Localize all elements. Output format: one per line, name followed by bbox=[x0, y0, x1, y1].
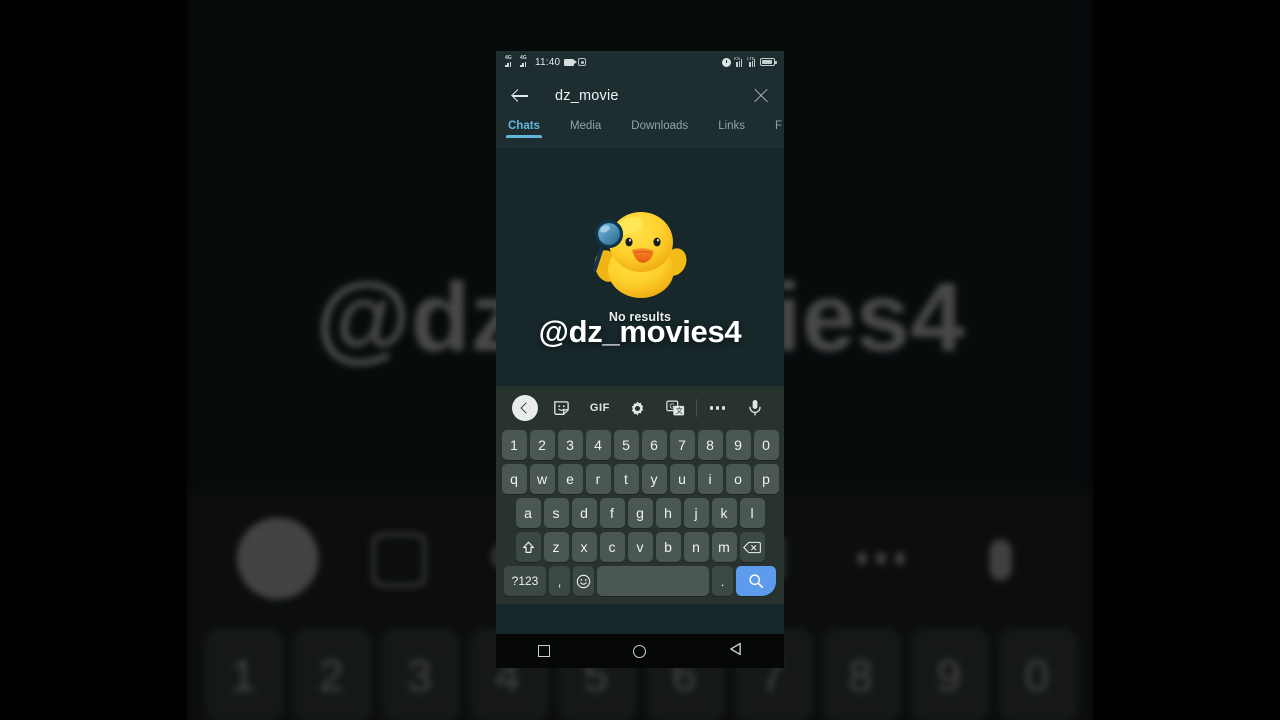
emoji-icon[interactable] bbox=[573, 566, 594, 596]
tab-links-label: Links bbox=[718, 120, 746, 132]
gif-label: GIF bbox=[589, 402, 611, 414]
key-h[interactable]: h bbox=[655, 498, 681, 528]
key-f[interactable]: f bbox=[599, 498, 625, 528]
key-m[interactable]: m bbox=[711, 532, 737, 562]
key-q[interactable]: q bbox=[501, 464, 527, 494]
data-speed-icon: K/s bbox=[734, 56, 744, 67]
screen-record-icon bbox=[578, 58, 587, 66]
microphone-icon[interactable] bbox=[736, 399, 774, 417]
key-o[interactable]: o bbox=[725, 464, 751, 494]
key-n[interactable]: n bbox=[683, 532, 709, 562]
key-i[interactable]: i bbox=[697, 464, 723, 494]
key-v[interactable]: v bbox=[627, 532, 653, 562]
key-e[interactable]: e bbox=[557, 464, 583, 494]
home-circle-icon[interactable] bbox=[632, 644, 646, 658]
status-bar: 4G 4G 11:40 K/s LTE bbox=[496, 51, 784, 73]
more-options-icon[interactable] bbox=[699, 406, 737, 410]
key-p[interactable]: p bbox=[753, 464, 779, 494]
key-g[interactable]: g bbox=[627, 498, 653, 528]
video-record-icon bbox=[564, 58, 578, 66]
keyboard-row-3: z x c v b n m bbox=[496, 532, 784, 562]
period-key[interactable]: . bbox=[712, 566, 733, 596]
active-tab-indicator bbox=[506, 135, 542, 138]
key-6[interactable]: 6 bbox=[641, 430, 667, 460]
recents-square-icon[interactable] bbox=[537, 645, 550, 657]
key-r[interactable]: r bbox=[585, 464, 611, 494]
key-s[interactable]: s bbox=[543, 498, 569, 528]
key-y[interactable]: y bbox=[641, 464, 667, 494]
status-bar-time: 11:40 bbox=[535, 56, 561, 68]
sticker-icon[interactable] bbox=[544, 399, 582, 417]
tab-bar: Chats Media Downloads Links F bbox=[496, 118, 784, 149]
key-1[interactable]: 1 bbox=[501, 430, 527, 460]
android-nav-bar bbox=[496, 634, 784, 668]
toolbar-divider bbox=[695, 399, 697, 417]
battery-icon bbox=[760, 58, 777, 66]
key-4[interactable]: 4 bbox=[585, 430, 611, 460]
key-l[interactable]: l bbox=[739, 498, 765, 528]
keyboard-row-4: ?123 , . bbox=[496, 566, 784, 596]
key-z[interactable]: z bbox=[543, 532, 569, 562]
keyboard-row-2: a s d f g h j k l bbox=[496, 498, 784, 528]
search-header: dz_movie bbox=[496, 73, 784, 118]
search-icon[interactable] bbox=[736, 566, 776, 596]
signal-4g-icon-2: 4G bbox=[520, 56, 531, 67]
key-0[interactable]: 0 bbox=[753, 430, 779, 460]
keyboard-toolbar: GIF G 文 bbox=[496, 386, 784, 430]
back-triangle-icon[interactable] bbox=[729, 642, 742, 661]
search-input[interactable]: dz_movie bbox=[555, 88, 752, 104]
tab-files[interactable]: F bbox=[775, 118, 784, 132]
screenshot-canvas: @dz_movies4 GIF 1 2 3 bbox=[0, 0, 1280, 720]
translate-icon[interactable]: G 文 bbox=[656, 400, 694, 417]
key-x[interactable]: x bbox=[571, 532, 597, 562]
backdrop-mask-right bbox=[1095, 0, 1280, 720]
phone-screen: 4G 4G 11:40 K/s LTE dz_movie Chats Media… bbox=[496, 51, 784, 634]
tab-downloads-label: Downloads bbox=[631, 120, 689, 132]
backdrop-mask-left bbox=[0, 0, 185, 720]
close-icon[interactable] bbox=[752, 87, 770, 105]
gif-icon[interactable]: GIF bbox=[581, 402, 619, 414]
key-a[interactable]: a bbox=[515, 498, 541, 528]
tab-downloads[interactable]: Downloads bbox=[631, 118, 702, 132]
tab-files-label: F bbox=[775, 120, 783, 132]
key-b[interactable]: b bbox=[655, 532, 681, 562]
key-d[interactable]: d bbox=[571, 498, 597, 528]
empty-state-text: No results bbox=[608, 309, 672, 324]
alarm-icon bbox=[722, 57, 731, 67]
key-5[interactable]: 5 bbox=[613, 430, 639, 460]
back-arrow-icon[interactable] bbox=[510, 86, 530, 106]
tab-chats-label: Chats bbox=[508, 120, 540, 132]
keyboard-row-1: q w e r t y u i o p bbox=[496, 464, 784, 494]
search-results-area: No results @dz_movies4 bbox=[496, 149, 784, 386]
key-u[interactable]: u bbox=[669, 464, 695, 494]
signal-bars-icon: LTE bbox=[747, 56, 757, 67]
comma-key[interactable]: , bbox=[549, 566, 570, 596]
tab-chats[interactable]: Chats bbox=[506, 118, 554, 138]
shift-icon[interactable] bbox=[515, 532, 541, 562]
key-k[interactable]: k bbox=[711, 498, 737, 528]
collapse-toolbar-button[interactable] bbox=[506, 395, 544, 421]
chevron-left-icon bbox=[511, 395, 538, 421]
tab-media[interactable]: Media bbox=[570, 118, 615, 132]
key-2[interactable]: 2 bbox=[529, 430, 555, 460]
signal-4g-icon: 4G bbox=[505, 56, 516, 67]
key-j[interactable]: j bbox=[683, 498, 709, 528]
duck-with-magnifier-sticker bbox=[585, 204, 695, 309]
key-9[interactable]: 9 bbox=[725, 430, 751, 460]
on-screen-keyboard: GIF G 文 1 2 3 4 5 6 7 8 9 0 q w e r t y … bbox=[496, 386, 784, 604]
key-7[interactable]: 7 bbox=[669, 430, 695, 460]
settings-gear-icon[interactable] bbox=[619, 400, 657, 417]
svg-text:文: 文 bbox=[676, 406, 683, 415]
backspace-icon[interactable] bbox=[739, 532, 765, 562]
keyboard-row-numbers: 1 2 3 4 5 6 7 8 9 0 bbox=[496, 430, 784, 460]
tab-links[interactable]: Links bbox=[718, 118, 759, 132]
tab-media-label: Media bbox=[569, 120, 602, 132]
symbols-key[interactable]: ?123 bbox=[504, 566, 546, 596]
key-3[interactable]: 3 bbox=[557, 430, 583, 460]
key-8[interactable]: 8 bbox=[697, 430, 723, 460]
space-key[interactable] bbox=[597, 566, 709, 596]
key-t[interactable]: t bbox=[613, 464, 639, 494]
key-w[interactable]: w bbox=[529, 464, 555, 494]
key-c[interactable]: c bbox=[599, 532, 625, 562]
